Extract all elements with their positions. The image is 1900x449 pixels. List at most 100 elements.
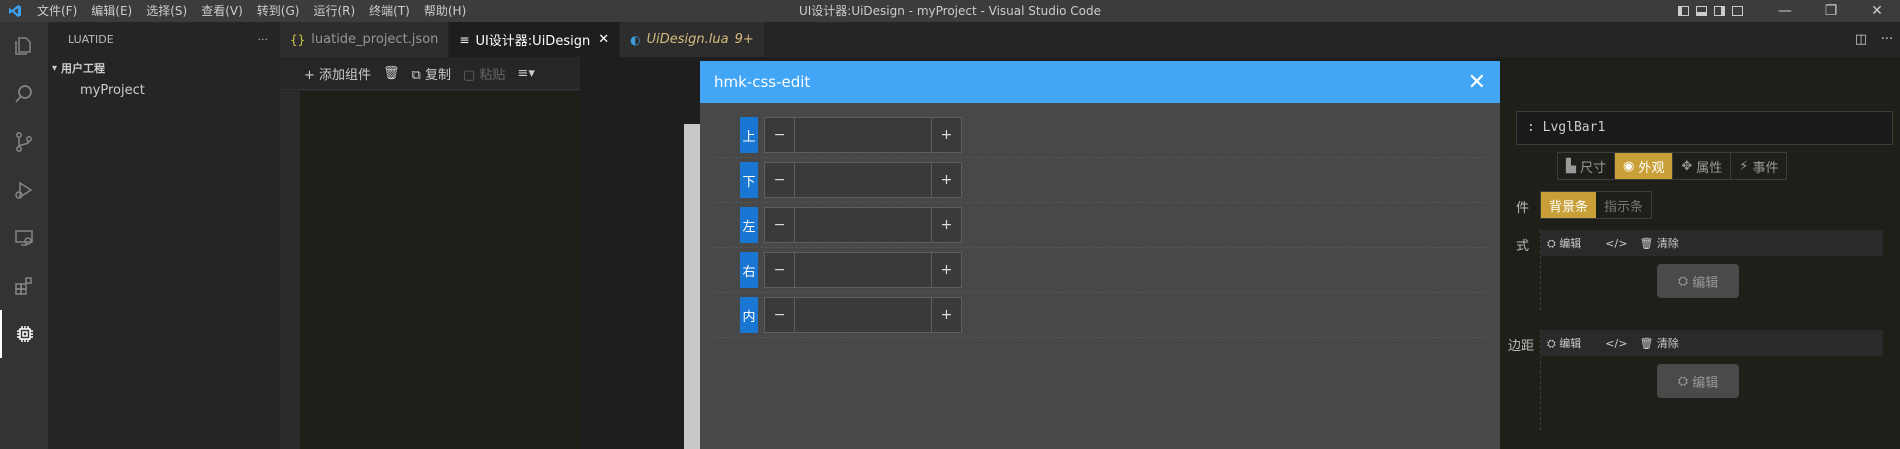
style-section: ⛭ 编辑 </> 🗑 清除 ⛭ 编辑 xyxy=(1540,230,1883,310)
padding-section: ⛭ 编辑 </> 🗑 清除 ⛭ 编辑 xyxy=(1540,330,1883,430)
menu-edit[interactable]: 编辑(E) xyxy=(84,0,139,22)
left-plus-button[interactable]: + xyxy=(931,208,961,242)
style-edit-link[interactable]: ⛭ 编辑 xyxy=(1547,235,1593,251)
paste-icon: ▢ xyxy=(462,67,480,83)
property-tabs: ▙ 尺寸 ◉ 外观 ✥ 属性 ⚡ 事件 xyxy=(1557,152,1788,180)
right-input[interactable] xyxy=(795,253,931,287)
tab-ui-designer[interactable]: ≡ UI设计器:UiDesign ✕ xyxy=(449,22,621,57)
menu-help[interactable]: 帮助(H) xyxy=(417,0,473,22)
customize-layout-icon[interactable] xyxy=(1728,0,1746,22)
paste-button[interactable]: ▢ 粘贴 xyxy=(463,64,505,83)
more-actions-icon[interactable]: ··· xyxy=(1874,32,1900,47)
top-stepper: − + xyxy=(764,117,962,153)
top-plus-button[interactable]: + xyxy=(931,118,961,152)
close-tab-icon[interactable]: ✕ xyxy=(598,32,609,47)
menu-file[interactable]: 文件(F) xyxy=(30,0,84,22)
design-canvas[interactable] xyxy=(280,91,580,449)
right-plus-button[interactable]: + xyxy=(931,253,961,287)
delete-icon[interactable]: 🗑 xyxy=(383,66,400,81)
remote-explorer-icon[interactable] xyxy=(0,214,48,262)
align-menu-icon[interactable]: ≡▾ xyxy=(517,66,534,81)
tab-luatide-project-json[interactable]: {} luatide_project.json xyxy=(280,22,450,57)
tab-appearance[interactable]: ◉ 外观 xyxy=(1615,153,1674,179)
menu-go[interactable]: 转到(G) xyxy=(250,0,307,22)
toggle-panel-icon[interactable] xyxy=(1692,0,1710,22)
device-preview[interactable] xyxy=(684,124,700,449)
inner-label: 内 xyxy=(740,297,758,333)
close-icon[interactable]: ✕ xyxy=(1468,70,1486,95)
tab-indicator-bar[interactable]: 指示条 xyxy=(1596,192,1651,218)
top-minus-button[interactable]: − xyxy=(765,118,795,152)
right-minus-button[interactable]: − xyxy=(765,253,795,287)
editor-tabs: {} luatide_project.json ≡ UI设计器:UiDesign… xyxy=(280,22,1900,57)
inner-stepper: − + xyxy=(764,297,962,333)
tab-background-bar[interactable]: 背景条 xyxy=(1541,192,1597,218)
activity-bar xyxy=(0,22,48,449)
tab-events[interactable]: ⚡ 事件 xyxy=(1731,153,1786,179)
source-control-icon[interactable] xyxy=(0,118,48,166)
chip-icon[interactable] xyxy=(0,310,48,358)
inner-input[interactable] xyxy=(795,298,931,332)
explorer-icon[interactable] xyxy=(0,22,48,70)
designer-toolbar: + 添加组件 🗑 ⧉ 复制 ▢ 粘贴 ≡▾ xyxy=(280,57,580,90)
run-debug-icon[interactable] xyxy=(0,166,48,214)
code-icon[interactable]: </> xyxy=(1605,237,1627,250)
component-name-field[interactable]: : LvglBar1 xyxy=(1516,111,1893,145)
dialog-body: 上 − + 下 − + 左 − + 右 − + 内 − + xyxy=(700,103,1500,338)
code-icon[interactable]: </> xyxy=(1605,337,1627,350)
inner-minus-button[interactable]: − xyxy=(765,298,795,332)
compass-icon: ⛭ xyxy=(1677,273,1689,289)
window-controls: — ❐ ✕ xyxy=(1674,0,1900,22)
close-window-button[interactable]: ✕ xyxy=(1854,0,1900,22)
bottom-plus-button[interactable]: + xyxy=(931,163,961,197)
tab-attributes[interactable]: ✥ 属性 xyxy=(1673,153,1732,179)
part-tabs: 背景条 指示条 xyxy=(1540,191,1653,219)
project-item[interactable]: myProject xyxy=(48,79,280,101)
section-user-project[interactable]: ▾ 用户工程 xyxy=(48,57,280,79)
left-minus-button[interactable]: − xyxy=(765,208,795,242)
toggle-secondary-sidebar-icon[interactable] xyxy=(1710,0,1728,22)
add-component-button[interactable]: + 添加组件 xyxy=(304,64,371,83)
edit-button-label: 编辑 xyxy=(1692,375,1719,391)
bottom-minus-button[interactable]: − xyxy=(765,163,795,197)
menu-view[interactable]: 查看(V) xyxy=(194,0,250,22)
tab-size[interactable]: ▙ 尺寸 xyxy=(1558,153,1616,179)
clear-label: 清除 xyxy=(1656,237,1679,250)
restore-button[interactable]: ❐ xyxy=(1808,0,1854,22)
inner-plus-button[interactable]: + xyxy=(931,298,961,332)
top-label: 上 xyxy=(740,117,758,153)
menu-bar: 文件(F) 编辑(E) 选择(S) 查看(V) 转到(G) 运行(R) 终端(T… xyxy=(30,0,473,22)
dialog-header: hmk-css-edit ✕ xyxy=(700,61,1500,103)
toggle-sidebar-icon[interactable] xyxy=(1674,0,1692,22)
extensions-icon[interactable] xyxy=(0,262,48,310)
menu-selection[interactable]: 选择(S) xyxy=(139,0,194,22)
compass-icon: ⛭ xyxy=(1677,373,1689,389)
style-section-toolbar: ⛭ 编辑 </> 🗑 清除 xyxy=(1541,230,1883,256)
menu-run[interactable]: 运行(R) xyxy=(306,0,362,22)
designer-workspace: + 添加组件 🗑 ⧉ 复制 ▢ 粘贴 ≡▾ xyxy=(280,57,580,449)
split-editor-icon[interactable]: ◫ xyxy=(1848,32,1874,47)
more-actions-icon[interactable]: ··· xyxy=(258,33,269,46)
style-edit-button[interactable]: ⛭ 编辑 xyxy=(1657,264,1739,298)
tab-uidesign-lua[interactable]: ◐ UiDesign.lua 9+ xyxy=(620,22,765,57)
css-edit-dialog: hmk-css-edit ✕ 上 − + 下 − + 左 − + 右 − + 内… xyxy=(700,61,1500,449)
padding-edit-button[interactable]: ⛭ 编辑 xyxy=(1657,364,1739,398)
tab-label: 尺寸 xyxy=(1580,160,1607,176)
padding-edit-link[interactable]: ⛭ 编辑 xyxy=(1547,335,1593,351)
edit-button-label: 编辑 xyxy=(1692,275,1719,291)
padding-right-row: 右 − + xyxy=(710,248,1490,293)
bottom-input[interactable] xyxy=(795,163,931,197)
menu-terminal[interactable]: 终端(T) xyxy=(362,0,417,22)
padding-clear-link[interactable]: 🗑 清除 xyxy=(1639,335,1690,351)
style-clear-link[interactable]: 🗑 清除 xyxy=(1639,235,1690,251)
copy-icon: ⧉ xyxy=(411,67,425,83)
left-input[interactable] xyxy=(795,208,931,242)
search-icon[interactable] xyxy=(0,70,48,118)
part-label: 件 xyxy=(1516,201,1530,216)
copy-button[interactable]: ⧉ 复制 xyxy=(412,64,451,83)
canvas-ruler xyxy=(280,91,300,449)
top-input[interactable] xyxy=(795,118,931,152)
minimize-button[interactable]: — xyxy=(1762,0,1808,22)
left-stepper: − + xyxy=(764,207,962,243)
section-label: 用户工程 xyxy=(61,62,106,75)
